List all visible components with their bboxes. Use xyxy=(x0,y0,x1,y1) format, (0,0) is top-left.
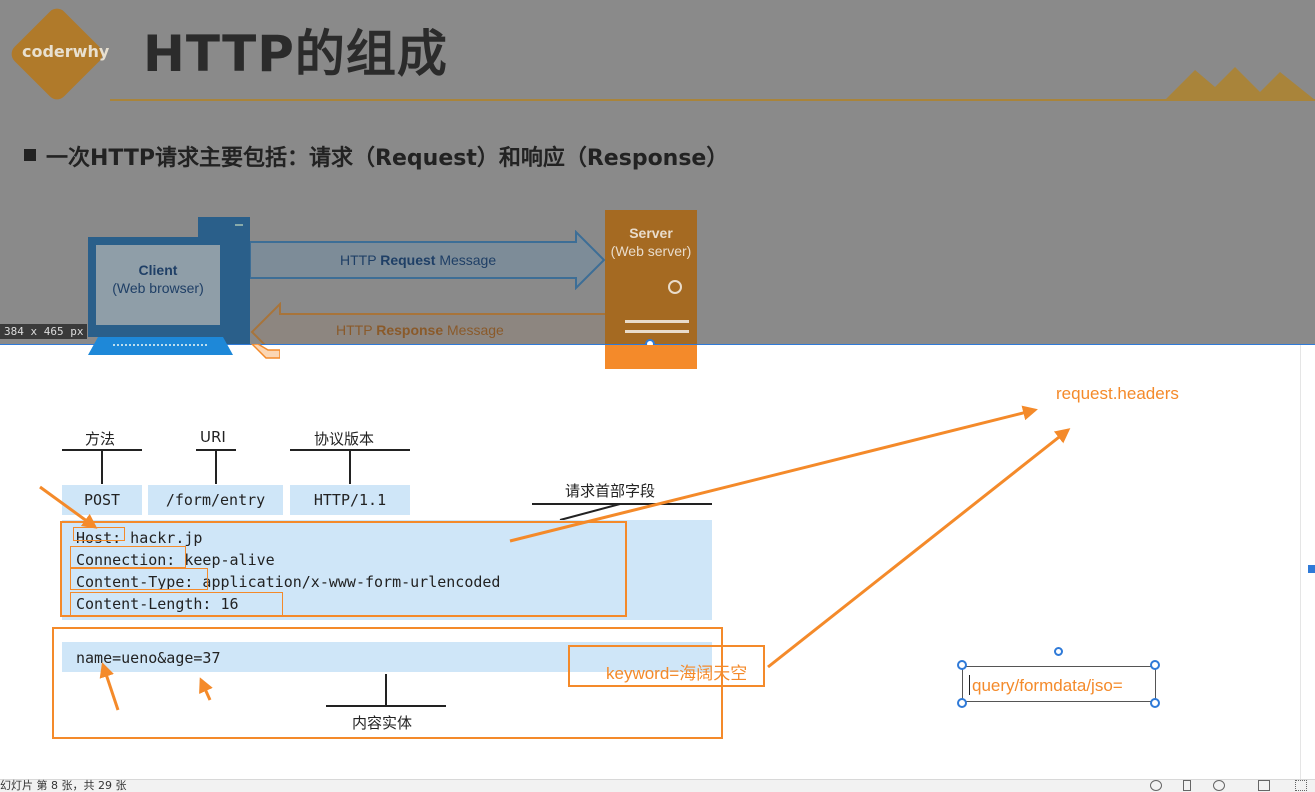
status-bar xyxy=(0,779,1315,792)
resize-handle-br[interactable] xyxy=(1150,698,1160,708)
resize-handle-bl[interactable] xyxy=(957,698,967,708)
sorter-view-icon[interactable] xyxy=(1295,780,1307,791)
resize-handle-tl[interactable] xyxy=(957,660,967,670)
slideshow-icon[interactable] xyxy=(1213,780,1225,791)
resize-handle-tr[interactable] xyxy=(1150,660,1160,670)
notes-icon[interactable] xyxy=(1150,780,1162,791)
reading-view-icon[interactable] xyxy=(1183,780,1191,791)
scroll-marker[interactable] xyxy=(1308,565,1315,573)
text-cursor xyxy=(969,675,970,695)
rotate-handle-icon[interactable] xyxy=(1054,647,1063,656)
normal-view-icon[interactable] xyxy=(1258,780,1270,791)
slide-counter: 幻灯片 第 8 张，共 29 张 xyxy=(0,779,127,792)
textbox-content[interactable]: query/formdata/jso= xyxy=(972,676,1123,696)
